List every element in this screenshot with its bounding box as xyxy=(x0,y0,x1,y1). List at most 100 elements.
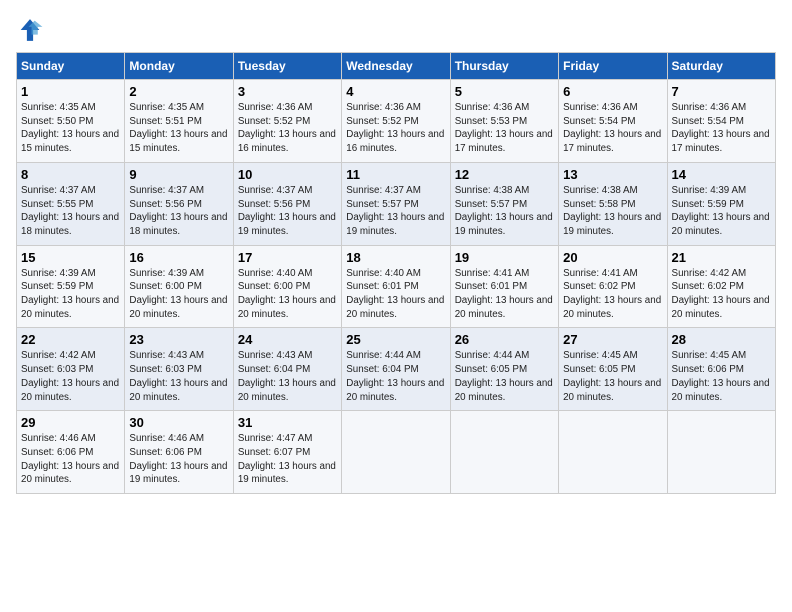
day-number: 18 xyxy=(346,250,445,265)
day-number: 17 xyxy=(238,250,337,265)
calendar-week-row: 1 Sunrise: 4:35 AMSunset: 5:50 PMDaylight… xyxy=(17,80,776,163)
calendar-body: 1 Sunrise: 4:35 AMSunset: 5:50 PMDaylight… xyxy=(17,80,776,494)
day-number: 5 xyxy=(455,84,554,99)
day-info: Sunrise: 4:46 AMSunset: 6:06 PMDaylight:… xyxy=(21,432,120,487)
day-info: Sunrise: 4:37 AMSunset: 5:55 PMDaylight:… xyxy=(21,184,120,239)
day-info: Sunrise: 4:40 AMSunset: 6:01 PMDaylight:… xyxy=(346,267,445,322)
day-info: Sunrise: 4:37 AMSunset: 5:57 PMDaylight:… xyxy=(346,184,445,239)
day-number: 16 xyxy=(129,250,228,265)
calendar-table: SundayMondayTuesdayWednesdayThursdayFrid… xyxy=(16,52,776,494)
day-number: 10 xyxy=(238,167,337,182)
day-info: Sunrise: 4:45 AMSunset: 6:05 PMDaylight:… xyxy=(563,349,662,404)
day-number: 25 xyxy=(346,332,445,347)
day-number: 23 xyxy=(129,332,228,347)
day-info: Sunrise: 4:39 AMSunset: 6:00 PMDaylight:… xyxy=(129,267,228,322)
day-of-week-header: Wednesday xyxy=(342,53,450,80)
calendar-cell: 16 Sunrise: 4:39 AMSunset: 6:00 PMDayligh… xyxy=(125,245,233,328)
day-info: Sunrise: 4:46 AMSunset: 6:06 PMDaylight:… xyxy=(129,432,228,487)
calendar-cell: 30Sunrise: 4:46 AMSunset: 6:06 PMDayligh… xyxy=(125,411,233,494)
day-info: Sunrise: 4:38 AMSunset: 5:58 PMDaylight:… xyxy=(563,184,662,239)
day-number: 15 xyxy=(21,250,120,265)
day-info: Sunrise: 4:41 AMSunset: 6:02 PMDaylight:… xyxy=(563,267,662,322)
calendar-cell: 1 Sunrise: 4:35 AMSunset: 5:50 PMDaylight… xyxy=(17,80,125,163)
calendar-week-row: 29 Sunrise: 4:46 AMSunset: 6:06 PMDayligh… xyxy=(17,411,776,494)
day-number: 9 xyxy=(129,167,228,182)
calendar-cell: 24Sunrise: 4:43 AMSunset: 6:04 PMDayligh… xyxy=(233,328,341,411)
calendar-cell: 6Sunrise: 4:36 AMSunset: 5:54 PMDaylight… xyxy=(559,80,667,163)
day-number: 26 xyxy=(455,332,554,347)
day-number: 2 xyxy=(129,84,228,99)
calendar-cell: 7Sunrise: 4:36 AMSunset: 5:54 PMDaylight… xyxy=(667,80,775,163)
day-number: 22 xyxy=(21,332,120,347)
day-info: Sunrise: 4:36 AMSunset: 5:53 PMDaylight:… xyxy=(455,101,554,156)
calendar-cell: 20Sunrise: 4:41 AMSunset: 6:02 PMDayligh… xyxy=(559,245,667,328)
calendar-cell: 15 Sunrise: 4:39 AMSunset: 5:59 PMDayligh… xyxy=(17,245,125,328)
calendar-cell: 5 Sunrise: 4:36 AMSunset: 5:53 PMDaylight… xyxy=(450,80,558,163)
calendar-cell: 2Sunrise: 4:35 AMSunset: 5:51 PMDaylight… xyxy=(125,80,233,163)
calendar-cell: 9 Sunrise: 4:37 AMSunset: 5:56 PMDaylight… xyxy=(125,162,233,245)
calendar-cell: 3 Sunrise: 4:36 AMSunset: 5:52 PMDaylight… xyxy=(233,80,341,163)
calendar-week-row: 8 Sunrise: 4:37 AMSunset: 5:55 PMDaylight… xyxy=(17,162,776,245)
calendar-cell: 22 Sunrise: 4:42 AMSunset: 6:03 PMDayligh… xyxy=(17,328,125,411)
day-number: 3 xyxy=(238,84,337,99)
day-info: Sunrise: 4:42 AMSunset: 6:02 PMDaylight:… xyxy=(672,267,771,322)
day-info: Sunrise: 4:41 AMSunset: 6:01 PMDaylight:… xyxy=(455,267,554,322)
day-number: 13 xyxy=(563,167,662,182)
day-of-week-header: Friday xyxy=(559,53,667,80)
day-number: 1 xyxy=(21,84,120,99)
day-of-week-header: Thursday xyxy=(450,53,558,80)
calendar-cell: 23 Sunrise: 4:43 AMSunset: 6:03 PMDayligh… xyxy=(125,328,233,411)
day-number: 24 xyxy=(238,332,337,347)
calendar-cell xyxy=(342,411,450,494)
calendar-cell: 12 Sunrise: 4:38 AMSunset: 5:57 PMDayligh… xyxy=(450,162,558,245)
day-of-week-header: Tuesday xyxy=(233,53,341,80)
logo xyxy=(16,16,48,44)
day-number: 27 xyxy=(563,332,662,347)
day-info: Sunrise: 4:44 AMSunset: 6:05 PMDaylight:… xyxy=(455,349,554,404)
day-number: 14 xyxy=(672,167,771,182)
calendar-cell xyxy=(559,411,667,494)
calendar-cell: 4Sunrise: 4:36 AMSunset: 5:52 PMDaylight… xyxy=(342,80,450,163)
calendar-cell: 10Sunrise: 4:37 AMSunset: 5:56 PMDayligh… xyxy=(233,162,341,245)
day-number: 31 xyxy=(238,415,337,430)
calendar-cell: 27 Sunrise: 4:45 AMSunset: 6:05 PMDayligh… xyxy=(559,328,667,411)
day-info: Sunrise: 4:43 AMSunset: 6:03 PMDaylight:… xyxy=(129,349,228,404)
calendar-cell: 18 Sunrise: 4:40 AMSunset: 6:01 PMDayligh… xyxy=(342,245,450,328)
calendar-cell: 13 Sunrise: 4:38 AMSunset: 5:58 PMDayligh… xyxy=(559,162,667,245)
day-info: Sunrise: 4:47 AMSunset: 6:07 PMDaylight:… xyxy=(238,432,337,487)
day-info: Sunrise: 4:36 AMSunset: 5:54 PMDaylight:… xyxy=(563,101,662,156)
day-info: Sunrise: 4:35 AMSunset: 5:50 PMDaylight:… xyxy=(21,101,120,156)
calendar-cell xyxy=(667,411,775,494)
day-number: 4 xyxy=(346,84,445,99)
calendar-cell: 8 Sunrise: 4:37 AMSunset: 5:55 PMDaylight… xyxy=(17,162,125,245)
day-of-week-header: Sunday xyxy=(17,53,125,80)
day-info: Sunrise: 4:39 AMSunset: 5:59 PMDaylight:… xyxy=(21,267,120,322)
day-number: 8 xyxy=(21,167,120,182)
calendar-cell: 26 Sunrise: 4:44 AMSunset: 6:05 PMDayligh… xyxy=(450,328,558,411)
calendar-cell: 28 Sunrise: 4:45 AMSunset: 6:06 PMDayligh… xyxy=(667,328,775,411)
day-info: Sunrise: 4:42 AMSunset: 6:03 PMDaylight:… xyxy=(21,349,120,404)
calendar-header: SundayMondayTuesdayWednesdayThursdayFrid… xyxy=(17,53,776,80)
calendar-week-row: 22 Sunrise: 4:42 AMSunset: 6:03 PMDayligh… xyxy=(17,328,776,411)
day-number: 29 xyxy=(21,415,120,430)
day-info: Sunrise: 4:44 AMSunset: 6:04 PMDaylight:… xyxy=(346,349,445,404)
calendar-cell: 14Sunrise: 4:39 AMSunset: 5:59 PMDayligh… xyxy=(667,162,775,245)
day-info: Sunrise: 4:38 AMSunset: 5:57 PMDaylight:… xyxy=(455,184,554,239)
calendar-cell: 21 Sunrise: 4:42 AMSunset: 6:02 PMDayligh… xyxy=(667,245,775,328)
day-number: 28 xyxy=(672,332,771,347)
calendar-cell: 11 Sunrise: 4:37 AMSunset: 5:57 PMDayligh… xyxy=(342,162,450,245)
calendar-week-row: 15 Sunrise: 4:39 AMSunset: 5:59 PMDayligh… xyxy=(17,245,776,328)
page-header xyxy=(16,16,776,44)
day-number: 19 xyxy=(455,250,554,265)
day-number: 7 xyxy=(672,84,771,99)
day-of-week-header: Monday xyxy=(125,53,233,80)
day-number: 12 xyxy=(455,167,554,182)
day-info: Sunrise: 4:45 AMSunset: 6:06 PMDaylight:… xyxy=(672,349,771,404)
calendar-cell: 29 Sunrise: 4:46 AMSunset: 6:06 PMDayligh… xyxy=(17,411,125,494)
day-number: 21 xyxy=(672,250,771,265)
day-header-row: SundayMondayTuesdayWednesdayThursdayFrid… xyxy=(17,53,776,80)
calendar-cell: 31 Sunrise: 4:47 AMSunset: 6:07 PMDayligh… xyxy=(233,411,341,494)
day-info: Sunrise: 4:36 AMSunset: 5:52 PMDaylight:… xyxy=(238,101,337,156)
day-number: 11 xyxy=(346,167,445,182)
day-info: Sunrise: 4:37 AMSunset: 5:56 PMDaylight:… xyxy=(129,184,228,239)
